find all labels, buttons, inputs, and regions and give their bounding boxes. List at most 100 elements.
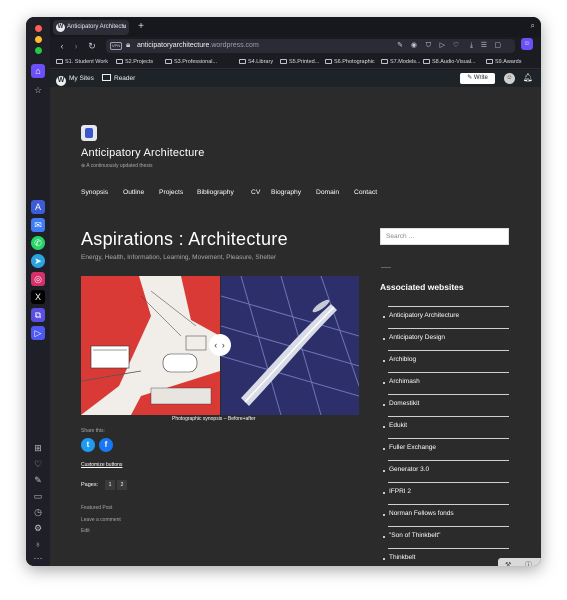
bookmark-folder[interactable]: S5.Printed... — [280, 55, 319, 69]
music-icon[interactable]: ▷ — [31, 326, 45, 340]
lock-icon[interactable]: 🔒︎ — [126, 40, 130, 50]
cast-icon[interactable]: ▭ — [31, 489, 45, 503]
x-icon[interactable]: X — [31, 290, 45, 304]
list-item[interactable]: Anticipatory Architecture — [380, 306, 510, 328]
page-link-2[interactable]: 2 — [117, 480, 127, 490]
tune-icon[interactable]: ☰ — [481, 41, 487, 51]
play-icon[interactable]: ▷ — [440, 41, 445, 51]
bookmark-folder[interactable]: S8.Audio-Visual... — [423, 55, 476, 69]
bookmarks-bar: S1. Student Work S2.Projects S3.Professi… — [50, 55, 541, 69]
list-item[interactable]: Anticipatory Design — [380, 328, 510, 350]
site-title[interactable]: Anticipatory Architecture — [81, 147, 205, 159]
nav-biography[interactable]: Biography — [271, 189, 301, 196]
reader-link[interactable]: Reader — [102, 70, 135, 87]
messenger-icon[interactable]: ✉ — [31, 218, 45, 232]
list-item[interactable]: Archiblog — [380, 350, 510, 372]
forward-icon[interactable]: › — [70, 39, 82, 53]
player-icon[interactable]: ⧉ — [31, 308, 45, 322]
folder-icon — [116, 59, 123, 64]
whatsapp-icon[interactable]: ✆ — [31, 236, 45, 250]
screenshot-icon[interactable]: ▢ — [494, 41, 501, 51]
gallery-navigation-arrows[interactable]: ‹ › — [209, 334, 231, 356]
star-icon[interactable]: ☆ — [31, 83, 45, 97]
reload-icon[interactable]: ↻ — [86, 39, 98, 53]
tabs-icon[interactable]: ⊞ — [31, 441, 45, 455]
reader-icon — [102, 74, 111, 81]
notes-icon[interactable]: ✎ — [31, 473, 45, 487]
nav-outline[interactable]: Outline — [123, 189, 144, 196]
bookmark-folder[interactable]: S1. Student Work — [56, 55, 108, 69]
close-tab-icon[interactable]: × — [122, 20, 126, 35]
before-image[interactable] — [81, 276, 220, 415]
instagram-icon[interactable]: ◎ — [31, 272, 45, 286]
leave-comment-link[interactable]: Leave a comment — [81, 517, 121, 523]
bookmark-folder[interactable]: S7.Models... — [381, 55, 421, 69]
nav-cv[interactable]: CV — [251, 189, 260, 196]
new-tab-button[interactable]: + — [134, 20, 148, 34]
aria-icon[interactable]: A — [31, 200, 45, 214]
nav-bibliography[interactable]: Bibliography — [197, 189, 234, 196]
telegram-icon[interactable]: ➤ — [31, 254, 45, 268]
list-item[interactable]: Fuller Exchange — [380, 438, 510, 460]
close-window-button[interactable] — [35, 25, 42, 32]
url-text[interactable]: anticipatoryarchitecture.wordpress.com — [137, 39, 259, 53]
bookmark-folder[interactable]: S9.Awards — [486, 55, 522, 69]
url-field[interactable]: VPN 🔒︎ anticipatoryarchitecture.wordpres… — [106, 39, 515, 53]
info-icon[interactable]: ⓘ — [525, 558, 532, 566]
shield-icon[interactable]: ⛉ — [426, 41, 431, 51]
tools-icon[interactable]: ⚒ — [505, 558, 511, 566]
edit-icon[interactable]: ✎ — [397, 41, 403, 51]
bookmark-folder[interactable]: S6.Photographic — [325, 55, 375, 69]
pagination: Pages: 1 2 — [81, 480, 127, 490]
after-image[interactable] — [221, 276, 359, 415]
site-logo[interactable] — [81, 125, 97, 141]
twitter-share-icon[interactable]: t — [81, 438, 95, 452]
favorite-icon[interactable]: ♡ — [453, 41, 459, 51]
list-item[interactable]: Archimash — [380, 372, 510, 394]
image-gallery[interactable]: ‹ › — [81, 276, 359, 415]
user-avatar[interactable]: ☺ — [504, 73, 515, 84]
list-item[interactable]: Edukit — [380, 416, 510, 438]
list-item[interactable]: Domestikit — [380, 394, 510, 416]
pages-label: Pages: — [81, 482, 99, 488]
history-icon[interactable]: ◷ — [31, 505, 45, 519]
list-item[interactable]: "Son of Thinkbelt" — [380, 526, 510, 548]
more-icon[interactable]: ⋯ — [31, 551, 45, 565]
facebook-share-icon[interactable]: f — [99, 438, 113, 452]
download-icon[interactable]: ⤓ — [470, 41, 473, 51]
vpn-badge[interactable]: VPN — [110, 42, 122, 50]
bookmark-folder[interactable]: S2.Projects — [116, 55, 153, 69]
profile-avatar[interactable]: ☺ — [521, 38, 533, 50]
nav-projects[interactable]: Projects — [159, 189, 183, 196]
notifications-icon[interactable]: 🔔︎ — [523, 73, 533, 82]
search-input[interactable]: Search … — [380, 228, 509, 245]
lightbulb-icon[interactable]: ♁ — [31, 537, 45, 551]
wordpress-logo-icon: W — [56, 76, 66, 86]
settings-icon[interactable]: ⚙ — [31, 521, 45, 535]
list-item[interactable]: IFPRI 2 — [380, 482, 510, 504]
bookmark-folder[interactable]: S3.Professional... — [165, 55, 217, 69]
nav-synopsis[interactable]: Synopsis — [81, 189, 108, 196]
write-button[interactable]: ✎ Write — [460, 73, 495, 84]
maximize-window-button[interactable] — [35, 47, 42, 54]
wp-admin-bar: W My Sites Reader ✎ Write ☺ 🔔︎ — [50, 70, 541, 87]
camera-icon[interactable]: ◉ — [411, 41, 417, 51]
list-item[interactable]: Thinkbelt — [380, 548, 510, 566]
nav-domain[interactable]: Domain — [316, 189, 339, 196]
back-icon[interactable]: ‹ — [56, 39, 68, 53]
heart-icon[interactable]: ♡ — [31, 457, 45, 471]
list-item[interactable]: Norman Fellows fonds — [380, 504, 510, 526]
tab-active[interactable]: W Anticipatory Architectu × — [53, 20, 129, 35]
customize-buttons-link[interactable]: Customize buttons — [81, 462, 122, 468]
list-item[interactable]: Generator 3.0 — [380, 460, 510, 482]
tab-search-icon[interactable]: ⌕ — [531, 21, 535, 31]
page-link-1[interactable]: 1 — [105, 480, 115, 490]
minimize-window-button[interactable] — [35, 36, 42, 43]
edit-link[interactable]: Edit — [81, 528, 90, 534]
page-content: Anticipatory Architecture ⊕ A continuous… — [50, 87, 541, 566]
my-sites-link[interactable]: W My Sites — [56, 70, 94, 87]
home-icon[interactable]: ⌂ — [31, 64, 45, 78]
bookmark-folder[interactable]: S4.Library — [239, 55, 273, 69]
nav-contact[interactable]: Contact — [354, 189, 377, 196]
browser-sidebar: ⌂ ☆ A ✉ ✆ ➤ ◎ X ⧉ ▷ ⊞ ♡ ✎ ▭ ◷ ⚙ ♁ ⋯ — [26, 17, 50, 566]
